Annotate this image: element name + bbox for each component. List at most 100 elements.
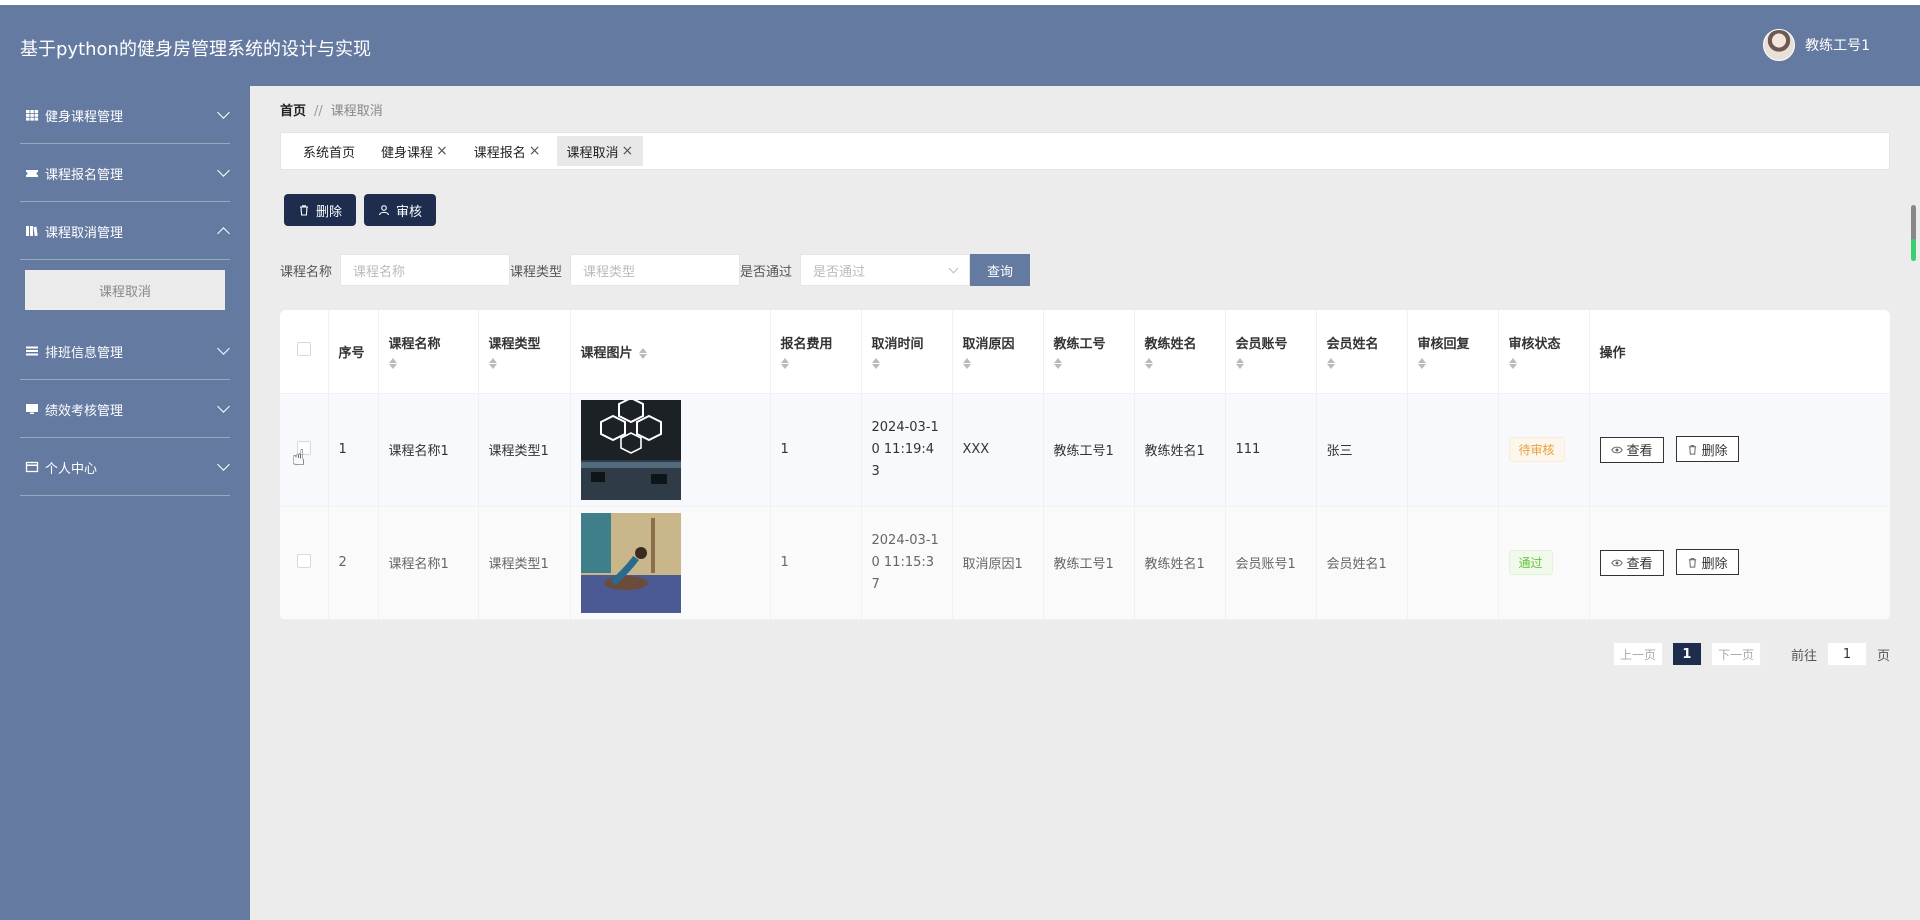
sort-icon[interactable] — [389, 358, 397, 369]
button-label: 审核 — [396, 203, 423, 219]
column-header[interactable]: 会员账号 — [1225, 310, 1317, 394]
sort-icon[interactable] — [639, 347, 647, 360]
close-icon[interactable]: × — [436, 143, 448, 159]
tab-course-enrollment[interactable]: 课程报名 × — [464, 136, 551, 166]
column-header[interactable]: 报名费用 — [770, 310, 862, 394]
breadcrumb: 首页 // 课程取消 — [280, 100, 383, 119]
main-content: 首页//课程取消 系统首页 健身课程 × 课程报名 × 课程取消 × 删除 审核 课程… — [250, 86, 1920, 920]
cell-course-type: 课程类型1 — [478, 393, 571, 507]
sort-icon[interactable] — [1327, 358, 1335, 369]
cell-course-type: 课程类型1 — [478, 506, 571, 620]
passed-label: 是否通过 — [740, 264, 793, 280]
course-image-gym[interactable] — [580, 399, 681, 500]
sidebar-item-schedule-management[interactable]: 排班信息管理 — [0, 322, 250, 380]
sort-icon[interactable] — [1054, 358, 1062, 369]
sort-icon[interactable] — [872, 358, 880, 369]
column-header[interactable]: 审核回复 — [1407, 310, 1499, 394]
passed-select[interactable]: 是否通过 — [800, 254, 971, 286]
sort-icon[interactable] — [489, 358, 497, 369]
course-name-input[interactable]: 课程名称 — [340, 254, 511, 286]
select-all-checkbox[interactable] — [296, 342, 311, 357]
sidebar-item-performance-management[interactable]: 绩效考核管理 — [0, 380, 250, 438]
sidebar-item-personal-center[interactable]: 个人中心 — [0, 438, 250, 496]
hand-cursor-icon: ☝ — [292, 446, 306, 471]
sort-icon[interactable] — [963, 358, 971, 369]
column-header-label: 取消原因 — [962, 336, 1015, 352]
delete-button[interactable]: 删除 — [1675, 436, 1739, 463]
view-button[interactable]: 查看 — [1599, 549, 1664, 576]
close-icon[interactable]: × — [622, 143, 634, 159]
column-header[interactable]: 课程图片 — [570, 310, 771, 394]
next-page-button[interactable]: 下一页 — [1710, 642, 1761, 666]
status-badge: 通过 — [1508, 550, 1553, 575]
column-header[interactable]: 课程名称 — [378, 310, 479, 394]
page-unit-label: 页 — [1876, 648, 1890, 664]
prev-page-button[interactable]: 上一页 — [1612, 642, 1663, 666]
cell-member-name: 会员姓名1 — [1316, 506, 1408, 620]
user-icon — [378, 205, 390, 216]
course-image-yoga[interactable] — [580, 512, 681, 613]
column-header[interactable]: 取消时间 — [861, 310, 953, 394]
sort-icon[interactable] — [1509, 358, 1517, 369]
button-label: 查看 — [1626, 557, 1653, 573]
sidebar-item-course-management[interactable]: 健身课程管理 — [0, 86, 250, 144]
sort-icon[interactable] — [781, 358, 789, 369]
page-number-current[interactable]: 1 — [1672, 643, 1701, 665]
column-header[interactable]: 教练姓名 — [1134, 310, 1226, 394]
review-button[interactable]: 审核 — [364, 194, 437, 226]
cell-actions: 查看 删除 — [1589, 393, 1890, 507]
tab-label: 课程取消 — [566, 145, 619, 161]
tab-home[interactable]: 系统首页 — [293, 136, 365, 166]
sidebar-item-cancel-management[interactable]: 课程取消管理 — [0, 202, 250, 260]
column-header[interactable]: 取消原因 — [952, 310, 1044, 394]
delete-button[interactable]: 删除 — [1675, 549, 1739, 576]
sort-icon[interactable] — [1418, 358, 1426, 369]
cell-reply — [1407, 393, 1499, 507]
column-header[interactable]: 会员姓名 — [1316, 310, 1408, 394]
trash-icon — [300, 205, 308, 216]
cell-course-name: 课程名称1 — [378, 393, 479, 507]
column-header[interactable]: 课程类型 — [478, 310, 571, 394]
query-button[interactable]: 查询 — [970, 254, 1031, 286]
card-icon — [25, 461, 39, 473]
page-scrollbar[interactable] — [1911, 205, 1916, 261]
course-name-label: 课程名称 — [280, 264, 333, 280]
goto-page-input[interactable]: 1 — [1826, 642, 1867, 666]
chevron-down-icon — [948, 263, 959, 273]
column-header-label: 审核状态 — [1508, 336, 1561, 352]
row-checkbox[interactable] — [296, 553, 311, 568]
course-type-input[interactable]: 课程类型 — [570, 254, 741, 286]
cell-member-name: 张三 — [1316, 393, 1408, 507]
column-header-label: 教练姓名 — [1144, 336, 1197, 352]
table-row[interactable]: 1 课程名称1 课程类型1 1 2024-03-10 11:19:43 XXX … — [280, 393, 1890, 507]
cell-reason: XXX — [952, 393, 1044, 507]
sidebar-item-label: 健身课程管理 — [45, 109, 124, 125]
view-button[interactable]: 查看 — [1599, 436, 1664, 463]
column-header[interactable]: 审核状态 — [1498, 310, 1590, 394]
table-row[interactable]: 2 课程名称1 课程类型1 1 2024-03-10 11:15:37 取消原因… — [280, 506, 1890, 620]
button-label: 删除 — [316, 203, 343, 219]
column-header[interactable]: 教练工号 — [1043, 310, 1135, 394]
column-header-label: 课程名称 — [388, 336, 441, 352]
tab-fitness-course[interactable]: 健身课程 × — [371, 136, 458, 166]
cell-cancel-time: 2024-03-10 11:19:43 — [861, 393, 953, 507]
breadcrumb-home[interactable]: 首页 — [280, 104, 306, 119]
sort-icon[interactable] — [1145, 358, 1153, 369]
cell-coach-name: 教练姓名1 — [1134, 506, 1226, 620]
tab-bar: 系统首页 健身课程 × 课程报名 × 课程取消 × — [280, 132, 1890, 170]
column-header: 序号 — [328, 310, 379, 394]
cell-coach-id: 教练工号1 — [1043, 506, 1135, 620]
user-menu[interactable]: 教练工号1 — [1763, 29, 1870, 61]
batch-delete-button[interactable]: 删除 — [284, 194, 357, 226]
sidebar-subitem-course-cancel[interactable]: 课程取消 — [25, 270, 225, 310]
trash-icon — [1688, 557, 1696, 568]
button-label: 删除 — [1701, 556, 1728, 572]
avatar[interactable] — [1763, 29, 1796, 61]
column-header-label: 会员姓名 — [1326, 336, 1379, 352]
sidebar-item-enrollment-management[interactable]: 课程报名管理 — [0, 144, 250, 202]
tab-course-cancel[interactable]: 课程取消 × — [556, 136, 644, 166]
chevron-down-icon — [217, 106, 230, 119]
sort-icon[interactable] — [1236, 358, 1244, 369]
breadcrumb-current: 课程取消 — [330, 104, 383, 119]
close-icon[interactable]: × — [529, 143, 541, 159]
